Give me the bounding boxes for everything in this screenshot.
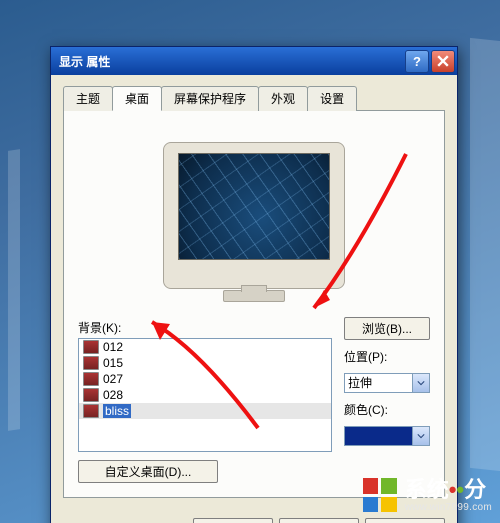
- lower-pane: 背景(K): 012 015 027 028 bliss 自定义桌面(D)...…: [78, 317, 430, 483]
- background-list[interactable]: 012 015 027 028 bliss: [78, 338, 332, 452]
- tab-screensaver[interactable]: 屏幕保护程序: [161, 86, 259, 111]
- watermark-url: www.win7999.com: [405, 502, 492, 513]
- display-properties-dialog: 显示 属性 ? 主题 桌面 屏幕保护程序 外观 设置: [50, 46, 458, 523]
- customize-desktop-button[interactable]: 自定义桌面(D)...: [78, 460, 218, 483]
- apply-button[interactable]: 应用: [365, 518, 445, 523]
- chevron-down-icon: [412, 374, 429, 392]
- color-label: 颜色(C):: [344, 401, 430, 418]
- desktop-background: 显示 属性 ? 主题 桌面 屏幕保护程序 外观 设置: [0, 0, 500, 523]
- list-item[interactable]: 012: [79, 339, 331, 355]
- watermark-suffix: 分: [464, 477, 486, 502]
- list-item-label: 028: [103, 388, 123, 402]
- monitor-screen: [178, 153, 330, 260]
- cancel-button[interactable]: 取消: [279, 518, 359, 523]
- background-label: 背景(K):: [78, 319, 332, 336]
- close-icon: [437, 55, 449, 67]
- list-item-label: 012: [103, 340, 123, 354]
- tab-strip: 主题 桌面 屏幕保护程序 外观 设置: [63, 85, 445, 110]
- side-column: 浏览(B)... 位置(P): 拉伸 颜色(C):: [344, 317, 430, 483]
- tab-theme[interactable]: 主题: [63, 86, 113, 111]
- color-select[interactable]: [344, 426, 430, 446]
- titlebar[interactable]: 显示 属性 ?: [51, 47, 457, 75]
- monitor-icon: [163, 142, 345, 289]
- wallpaper-thumb-icon: [83, 404, 99, 418]
- tab-appearance[interactable]: 外观: [258, 86, 308, 111]
- list-item[interactable]: bliss: [79, 403, 331, 419]
- wallpaper-thumb-icon: [83, 356, 99, 370]
- dialog-client: 主题 桌面 屏幕保护程序 外观 设置 背景(K): 0: [51, 75, 457, 510]
- chevron-down-icon: [412, 427, 429, 445]
- wallpaper-thumb-icon: [83, 372, 99, 386]
- tab-desktop[interactable]: 桌面: [112, 86, 162, 111]
- ok-button[interactable]: 确定: [193, 518, 273, 523]
- list-item[interactable]: 015: [79, 355, 331, 371]
- color-swatch: [345, 427, 412, 445]
- watermark-text: 系统••分 www.win7999.com: [405, 478, 492, 513]
- monitor-stand: [223, 290, 285, 302]
- watermark-brand: 系统: [405, 477, 449, 502]
- tab-settings[interactable]: 设置: [307, 86, 357, 111]
- close-button[interactable]: [431, 50, 455, 73]
- wallpaper-thumb-icon: [83, 340, 99, 354]
- position-select[interactable]: 拉伸: [344, 373, 430, 393]
- position-value: 拉伸: [345, 374, 412, 392]
- list-item-label: 027: [103, 372, 123, 386]
- list-item[interactable]: 027: [79, 371, 331, 387]
- tab-page-desktop: 背景(K): 012 015 027 028 bliss 自定义桌面(D)...…: [63, 110, 445, 498]
- list-item[interactable]: 028: [79, 387, 331, 403]
- wallpaper-thumb-icon: [83, 388, 99, 402]
- list-item-label: bliss: [103, 404, 131, 418]
- window-title: 显示 属性: [59, 53, 403, 70]
- wallpaper-preview: [129, 125, 379, 305]
- help-button[interactable]: ?: [405, 50, 429, 73]
- watermark: 系统••分 www.win7999.com: [363, 478, 492, 513]
- browse-button[interactable]: 浏览(B)...: [344, 317, 430, 340]
- position-label: 位置(P):: [344, 348, 430, 365]
- list-item-label: 015: [103, 356, 123, 370]
- watermark-logo-icon: [363, 478, 397, 512]
- background-column: 背景(K): 012 015 027 028 bliss 自定义桌面(D)...: [78, 317, 332, 483]
